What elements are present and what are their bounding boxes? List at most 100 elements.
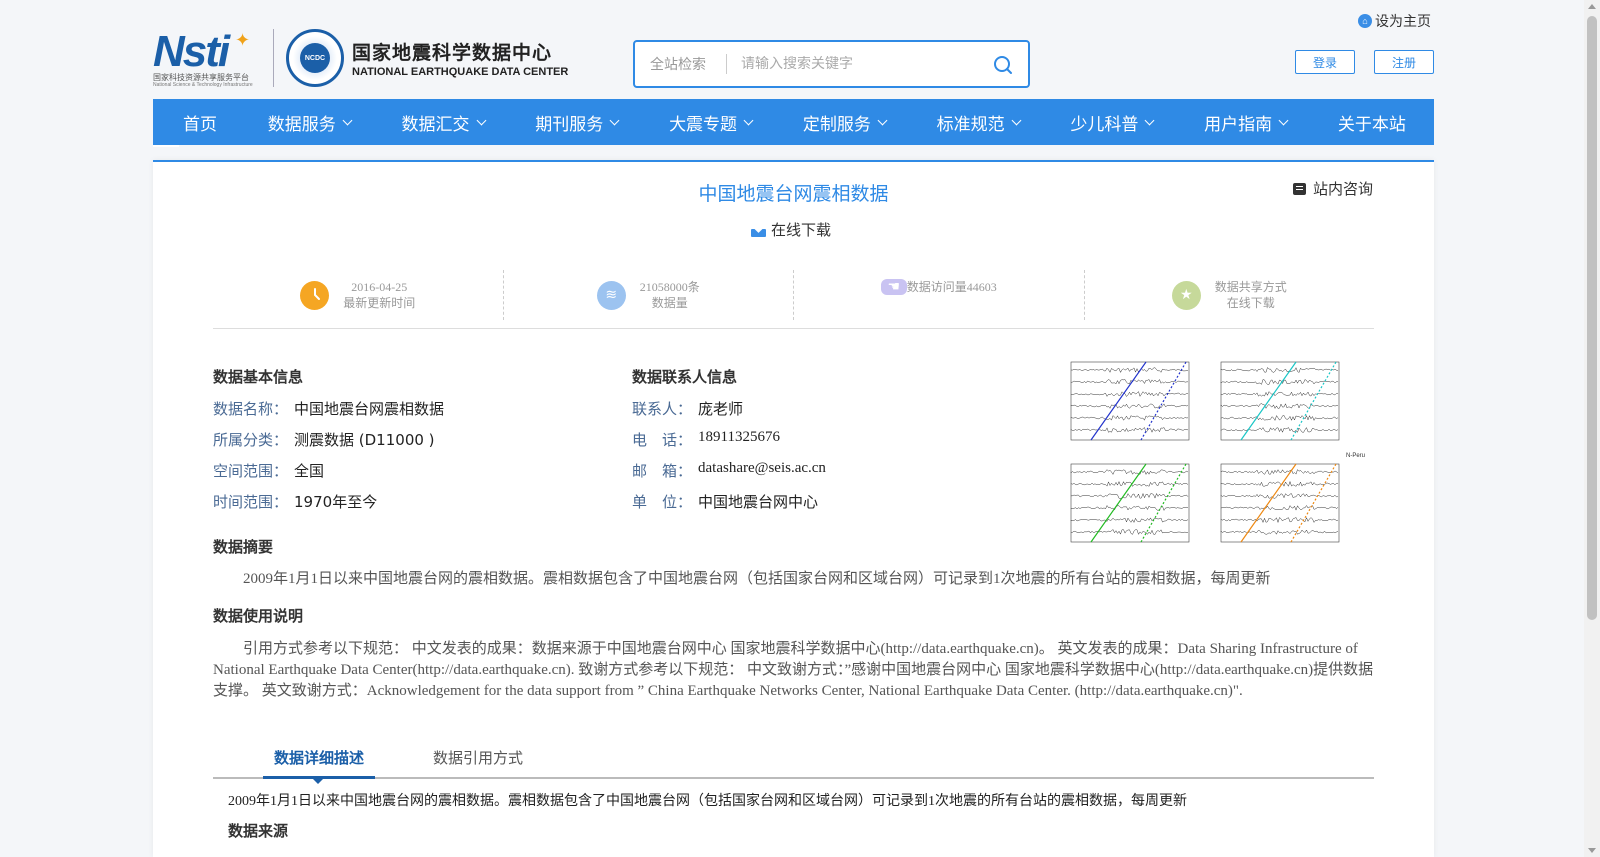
contact-info-key: 电 话： (632, 431, 693, 449)
basic-info-row: 所属分类： 测震数据 (D11000 ) (213, 429, 435, 450)
contact-info-value: datashare@seis.ac.cn (698, 460, 826, 476)
basic-info-row: 空间范围： 全国 (213, 460, 324, 481)
chevron-down-icon (1278, 115, 1289, 125)
dataset-card: 中国地震台网震相数据 站内咨询 在线下载 2016-04-25 最新更新时间 ≋ 21… (153, 160, 1434, 857)
contact-info-key: 联系人： (632, 400, 693, 418)
contact-info-row: 单 位： 中国地震台网中心 (632, 491, 818, 512)
nav-item-2[interactable]: 数据汇交 (401, 110, 486, 135)
consult-link[interactable]: 站内咨询 (1293, 178, 1373, 199)
stat-value: 21058000条 (639, 280, 700, 294)
nav-item-8[interactable]: 用户指南 (1204, 110, 1289, 135)
nav-item-4[interactable]: 大震专题 (669, 110, 754, 135)
download-icon (751, 222, 766, 237)
ncdc-seal-logo: NCDC (286, 29, 344, 87)
stat-text: 数据共享方式 在线下载 (1215, 279, 1287, 311)
message-icon (1293, 182, 1306, 195)
waveform-panel (1070, 361, 1190, 441)
main-nav: 首页 数据服务 数据汇交 期刊服务 大震专题 定制服务 标准规范 少儿科普 用户指南 关于本站 (153, 99, 1434, 145)
chevron-down-icon (342, 115, 353, 125)
search-box: 全站检索 (633, 40, 1030, 88)
stat-item: ★ 数据共享方式 在线下载 (1085, 270, 1375, 320)
stat-item: ☚ 数据访问量44603 (794, 270, 1085, 320)
dataset-title: 中国地震台网震相数据 (698, 183, 889, 205)
set-homepage-link[interactable]: ⌂ 设为主页 (1358, 11, 1431, 31)
contact-info-value: 中国地震台网中心 (698, 493, 819, 511)
chevron-down-icon (1011, 115, 1022, 125)
stat-text: 2016-04-25 最新更新时间 (343, 279, 415, 311)
contact-info-row: 邮 箱： datashare@seis.ac.cn (632, 460, 826, 481)
waveform-panel (1220, 361, 1340, 441)
summary-text: 2009年1月1日以来中国地震台网的震相数据。震相数据包含了中国地震台网（包括国… (243, 571, 1271, 587)
nav-item-label: 首页 (183, 114, 217, 135)
scroll-down-arrow-icon[interactable] (1588, 848, 1596, 853)
stats-divider (213, 328, 1374, 329)
basic-info-row: 时间范围： 1970年至今 (213, 491, 377, 512)
seismogram-figure: N-Peru (1070, 361, 1365, 543)
nav-item-label: 期刊服务 (535, 114, 604, 135)
set-homepage-label: 设为主页 (1375, 13, 1431, 29)
contact-info-value: 庞老师 (698, 400, 744, 418)
basic-info-row: 数据名称： 中国地震台网震相数据 (213, 398, 444, 419)
stat-text: 数据访问量44603 (907, 279, 997, 295)
search-input[interactable] (727, 56, 977, 72)
tab-citation[interactable]: 数据引用方式 (433, 747, 523, 779)
chevron-down-icon (476, 115, 486, 125)
nav-item-7[interactable]: 少儿科普 (1070, 110, 1155, 135)
layers-icon: ≋ (596, 280, 626, 310)
summary-heading: 数据摘要 (213, 538, 274, 556)
page-scrollbar[interactable] (1584, 0, 1600, 857)
register-button[interactable]: 注册 (1374, 50, 1434, 74)
stat-value: 2016-04-25 (351, 280, 408, 294)
search-icon[interactable] (993, 55, 1013, 75)
chevron-down-icon (877, 115, 888, 125)
nav-item-5[interactable]: 定制服务 (802, 110, 888, 135)
stat-text: 21058000条 数据量 (640, 279, 700, 311)
clock-icon (300, 280, 330, 310)
nav-active-indicator (153, 145, 179, 147)
nav-item-label: 标准规范 (936, 114, 1005, 135)
contact-info-row: 电 话： 18911325676 (632, 429, 780, 450)
nav-item-6[interactable]: 标准规范 (936, 110, 1022, 135)
stat-value: 数据共享方式 (1214, 280, 1287, 294)
contact-info-key: 邮 箱： (632, 462, 693, 480)
stat-label: 在线下载 (1226, 296, 1275, 310)
basic-info-value: 全国 (294, 462, 325, 480)
basic-info-key: 空间范围： (213, 462, 289, 480)
search-scope-select[interactable]: 全站检索 (635, 54, 726, 74)
scroll-thumb[interactable] (1587, 16, 1597, 620)
nsti-subtitle-en: National Science & Technology Infrastruc… (153, 82, 253, 88)
nav-item-3[interactable]: 期刊服务 (535, 110, 620, 135)
stat-item: ≋ 21058000条 数据量 (504, 270, 794, 320)
waveform-panel (1220, 463, 1340, 543)
login-button[interactable]: 登录 (1295, 50, 1355, 74)
nav-item-9[interactable]: 关于本站 (1338, 110, 1406, 135)
detail-description-text: 2009年1月1日以来中国地震台网的震相数据。震相数据包含了中国地震台网（包括国… (228, 794, 1187, 809)
ncdc-seal-text: NCDC (300, 43, 330, 73)
nav-item-label: 数据服务 (267, 114, 336, 135)
star-icon: ✦ (235, 30, 251, 50)
nav-item-label: 定制服务 (802, 114, 871, 135)
scroll-up-arrow-icon[interactable] (1588, 4, 1596, 9)
stat-value: 数据访问量44603 (906, 280, 997, 294)
contact-info-key: 单 位： (632, 493, 693, 511)
nav-item-label: 数据汇交 (401, 114, 470, 135)
nav-item-label: 大震专题 (669, 114, 738, 135)
site-logo[interactable]: Nsti ✦ 国家科技资源共享服务平台 National Science & T… (153, 28, 568, 89)
nav-item-1[interactable]: 数据服务 (267, 110, 353, 135)
waveform-panel (1070, 463, 1190, 543)
tab-detail-description[interactable]: 数据详细描述 (263, 747, 375, 784)
contact-info-value: 18911325676 (698, 429, 780, 445)
usage-heading: 数据使用说明 (213, 607, 304, 625)
center-name-cn: 国家地震科学数据中心 (352, 42, 553, 64)
nav-item-label: 少儿科普 (1070, 114, 1139, 135)
home-globe-icon: ⌂ (1358, 14, 1372, 28)
chevron-down-icon (609, 115, 620, 125)
data-source-heading: 数据来源 (228, 822, 289, 840)
online-download-link[interactable]: 在线下载 (751, 219, 831, 240)
center-name: 国家地震科学数据中心 NATIONAL EARTHQUAKE DATA CENT… (352, 38, 568, 78)
basic-info-key: 数据名称： (213, 400, 289, 418)
consult-label: 站内咨询 (1313, 180, 1374, 198)
basic-info-key: 所属分类： (213, 431, 289, 449)
star-icon: ★ (1171, 280, 1201, 310)
nav-item-0[interactable]: 首页 (183, 110, 217, 135)
